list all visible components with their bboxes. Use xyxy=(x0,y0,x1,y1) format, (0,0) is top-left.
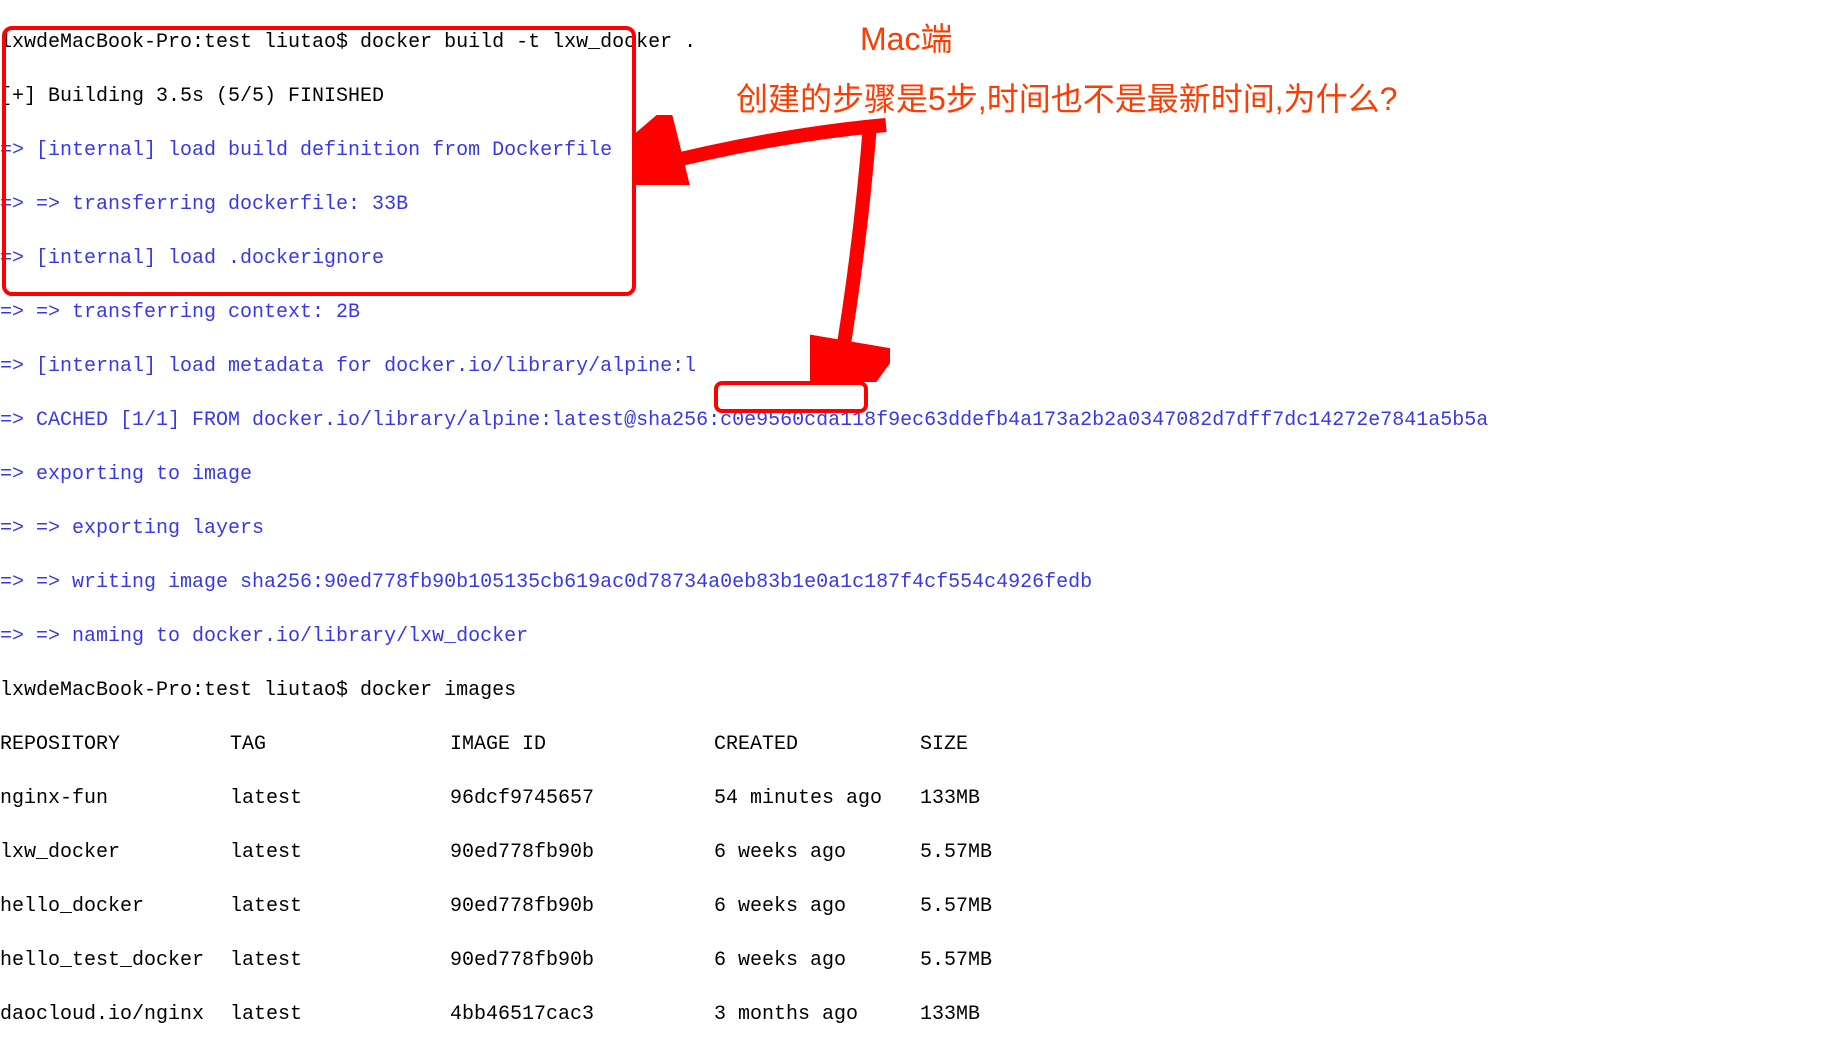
table-row: daocloud.io/nginxlatest4bb46517cac33 mon… xyxy=(0,1001,1836,1028)
cell-size: 133MB xyxy=(920,785,1070,812)
header-imageid: IMAGE ID xyxy=(450,731,714,758)
build-line: => => transferring dockerfile: 33B xyxy=(0,191,1836,218)
cell-tag: latest xyxy=(230,839,450,866)
table-header-row: REPOSITORYTAGIMAGE IDCREATEDSIZE xyxy=(0,731,1836,758)
build-line: => exporting to image xyxy=(0,461,1836,488)
cell-repo: nginx-fun xyxy=(0,785,230,812)
annotation-question: 创建的步骤是5步,时间也不是最新时间,为什么? xyxy=(736,78,1397,121)
table-row: nginx-funlatest96dcf974565754 minutes ag… xyxy=(0,785,1836,812)
build-line: => => exporting layers xyxy=(0,515,1836,542)
header-created: CREATED xyxy=(714,731,920,758)
table-row: hello_dockerlatest90ed778fb90b6 weeks ag… xyxy=(0,893,1836,920)
cell-created: 6 weeks ago xyxy=(714,893,920,920)
cell-imageid: 96dcf9745657 xyxy=(450,785,714,812)
cell-created: 6 weeks ago xyxy=(714,839,920,866)
build-line: => => transferring context: 2B xyxy=(0,299,1836,326)
cell-created: 3 months ago xyxy=(714,1001,920,1028)
cell-tag: latest xyxy=(230,785,450,812)
cell-repo: hello_test_docker xyxy=(0,947,230,974)
header-repository: REPOSITORY xyxy=(0,731,230,758)
cell-tag: latest xyxy=(230,1001,450,1028)
cell-imageid: 4bb46517cac3 xyxy=(450,1001,714,1028)
annotation-title: Mac端 xyxy=(860,18,952,61)
terminal-output: lxwdeMacBook-Pro:test liutao$ docker bui… xyxy=(0,0,1836,1055)
build-line: => => writing image sha256:90ed778fb90b1… xyxy=(0,569,1836,596)
cell-repo: lxw_docker xyxy=(0,839,230,866)
table-row: hello_test_dockerlatest90ed778fb90b6 wee… xyxy=(0,947,1836,974)
build-line: => => naming to docker.io/library/lxw_do… xyxy=(0,623,1836,650)
build-line: => CACHED [1/1] FROM docker.io/library/a… xyxy=(0,407,1836,434)
cell-size: 5.57MB xyxy=(920,947,1070,974)
cell-created: 54 minutes ago xyxy=(714,785,920,812)
table-row: lxw_dockerlatest90ed778fb90b6 weeks ago5… xyxy=(0,839,1836,866)
cell-repo: hello_docker xyxy=(0,893,230,920)
cell-size: 5.57MB xyxy=(920,839,1070,866)
build-line: => [internal] load build definition from… xyxy=(0,137,1836,164)
cell-imageid: 90ed778fb90b xyxy=(450,947,714,974)
prompt-line-2: lxwdeMacBook-Pro:test liutao$ docker ima… xyxy=(0,677,1836,704)
header-size: SIZE xyxy=(920,731,1070,758)
cell-created: 6 weeks ago xyxy=(714,947,920,974)
build-line: => [internal] load .dockerignore xyxy=(0,245,1836,272)
cell-size: 5.57MB xyxy=(920,893,1070,920)
header-tag: TAG xyxy=(230,731,450,758)
cell-imageid: 90ed778fb90b xyxy=(450,893,714,920)
cell-imageid: 90ed778fb90b xyxy=(450,839,714,866)
cell-size: 133MB xyxy=(920,1001,1070,1028)
cell-tag: latest xyxy=(230,893,450,920)
build-line: => [internal] load metadata for docker.i… xyxy=(0,353,1836,380)
cell-repo: daocloud.io/nginx xyxy=(0,1001,230,1028)
cell-tag: latest xyxy=(230,947,450,974)
